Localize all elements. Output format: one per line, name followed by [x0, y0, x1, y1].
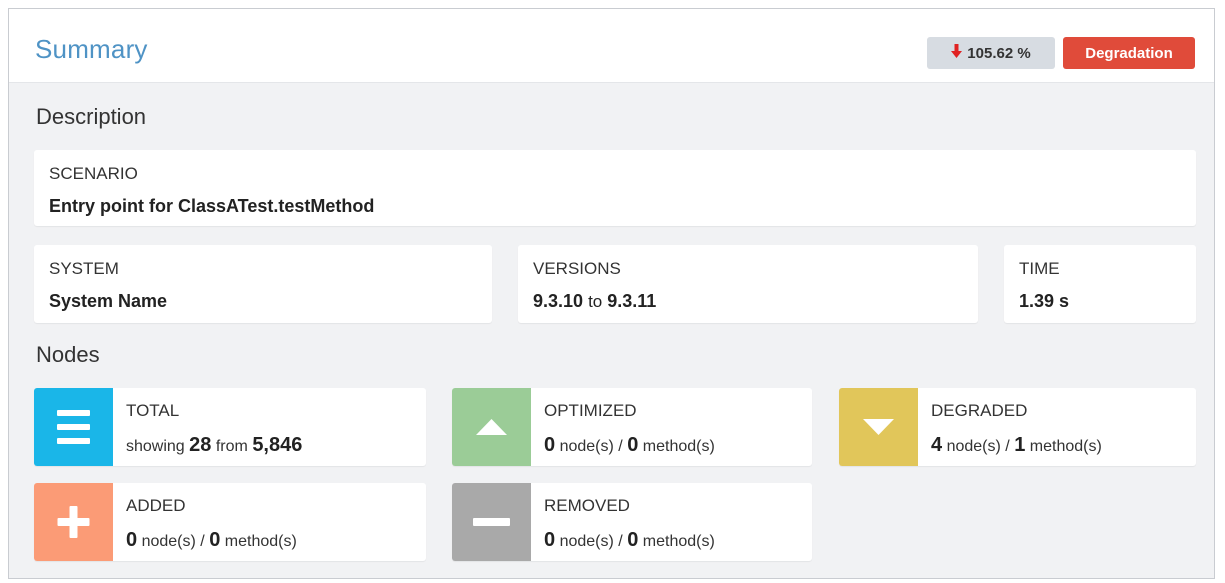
plus-icon	[57, 506, 90, 538]
arrow-down-icon	[951, 44, 963, 62]
degraded-tile	[839, 388, 918, 466]
removed-value: 0 node(s) / 0 method(s)	[544, 529, 715, 551]
optimized-value: 0 node(s) / 0 method(s)	[544, 434, 715, 456]
degraded-node-card: DEGRADED 4 node(s) / 1 method(s)	[839, 388, 1196, 466]
total-node-card: TOTAL showing 28 from 5,846	[34, 388, 426, 466]
total-value: showing 28 from 5,846	[126, 434, 303, 456]
description-title: Description	[36, 104, 147, 129]
system-box: SYSTEM System Name	[34, 245, 492, 323]
minus-icon	[473, 518, 510, 526]
optimized-label: OPTIMIZED	[544, 401, 637, 420]
scenario-value: Entry point for ClassATest.testMethod	[49, 196, 375, 216]
system-value: System Name	[49, 291, 168, 311]
added-tile	[34, 483, 113, 561]
optimized-node-card: OPTIMIZED 0 node(s) / 0 method(s)	[452, 388, 812, 466]
added-label: ADDED	[126, 496, 186, 515]
degraded-label: DEGRADED	[931, 401, 1028, 420]
total-tile	[34, 388, 113, 466]
percent-badge: 105.62 %	[927, 37, 1055, 69]
system-label: SYSTEM	[49, 259, 119, 278]
versions-value: 9.3.10 to 9.3.11	[533, 291, 657, 311]
triangle-down-icon	[863, 419, 894, 435]
summary-title: Summary	[35, 34, 148, 64]
versions-box: VERSIONS 9.3.10 to 9.3.11	[518, 245, 978, 323]
time-label: TIME	[1019, 259, 1060, 278]
removed-tile	[452, 483, 531, 561]
summary-header: Summary 105.62 % Degradation	[9, 9, 1214, 83]
time-box: TIME 1.39 s	[1004, 245, 1196, 323]
removed-node-card: REMOVED 0 node(s) / 0 method(s)	[452, 483, 812, 561]
versions-label: VERSIONS	[533, 259, 621, 278]
optimized-tile	[452, 388, 531, 466]
added-value: 0 node(s) / 0 method(s)	[126, 529, 297, 551]
degraded-value: 4 node(s) / 1 method(s)	[931, 434, 1102, 456]
nodes-title: Nodes	[36, 342, 100, 367]
time-value: 1.39 s	[1019, 291, 1070, 311]
list-icon	[57, 410, 90, 444]
scenario-label: SCENARIO	[49, 164, 138, 183]
scenario-box: SCENARIO Entry point for ClassATest.test…	[34, 150, 1196, 226]
status-badge: Degradation	[1063, 37, 1195, 69]
added-node-card: ADDED 0 node(s) / 0 method(s)	[34, 483, 426, 561]
removed-label: REMOVED	[544, 496, 630, 515]
triangle-up-icon	[476, 419, 507, 435]
percent-value: 105.62 %	[967, 44, 1031, 62]
total-label: TOTAL	[126, 401, 180, 420]
